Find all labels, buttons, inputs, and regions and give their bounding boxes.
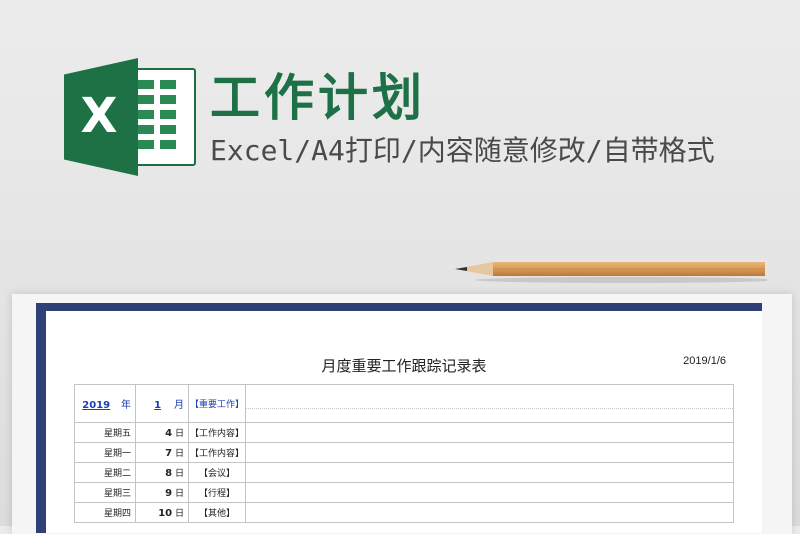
month-cell[interactable]: 1 月 [135,384,189,423]
day-unit: 日 [174,509,184,519]
grid-cell [138,125,154,134]
day-unit: 日 [174,469,184,479]
table-header-row: 2019 年 1 月 【重要工作】 [74,384,734,423]
table-row: 星期五 4 日 【工作内容】 [74,422,734,443]
month-value: 1 [154,400,162,411]
table-row: 星期四 10 日 【其他】 [74,502,734,523]
weekday-cell[interactable]: 星期四 [74,502,136,523]
page-title: 工作计划 [210,69,426,127]
day-unit: 日 [174,429,184,439]
year-value: 2019 [82,400,111,411]
year-unit: 年 [121,400,131,411]
grid-cell [138,140,154,149]
excel-logo-icon: X [64,58,196,176]
page-subtitle: Excel/A4打印/内容随意修改/自带格式 [210,134,715,167]
category-cell[interactable]: 【工作内容】 [188,442,246,463]
month-unit: 月 [174,400,184,411]
content-cell[interactable] [245,442,734,463]
day-cell[interactable]: 10 日 [135,502,189,523]
header-label-cell[interactable]: 【重要工作】 [188,384,246,423]
day-number: 7 [165,448,173,459]
tracking-table: 2019 年 1 月 【重要工作】 星期五 4 日 【工作内容】 星期一 7 日… [74,384,734,523]
accent-bar [562,303,762,311]
header-label: 【重要工作】 [189,400,244,410]
grid-cell [138,80,154,89]
day-unit: 日 [174,489,184,499]
spreadsheet-preview: 月度重要工作跟踪记录表 2019/1/6 2019 年 1 月 【重要工作】 星… [36,303,762,533]
day-number: 10 [158,508,173,519]
category-cell[interactable]: 【工作内容】 [188,422,246,443]
dotted-divider [246,399,733,409]
table-row: 星期三 9 日 【行程】 [74,482,734,503]
year-cell[interactable]: 2019 年 [74,384,136,423]
grid-cell [138,110,154,119]
day-cell[interactable]: 7 日 [135,442,189,463]
logo-letter: X [80,88,118,144]
grid-cell [160,95,176,104]
content-cell[interactable] [245,422,734,443]
header-content-cell[interactable] [245,384,734,423]
table-row: 星期一 7 日 【工作内容】 [74,442,734,463]
weekday-cell[interactable]: 星期一 [74,442,136,463]
category-cell[interactable]: 【行程】 [188,482,246,503]
sheet-title: 月度重要工作跟踪记录表 [321,357,487,375]
content-cell[interactable] [245,462,734,483]
category-cell[interactable]: 【会议】 [188,462,246,483]
content-cell[interactable] [245,482,734,503]
weekday-cell[interactable]: 星期五 [74,422,136,443]
grid-cell [138,95,154,104]
weekday-cell[interactable]: 星期二 [74,462,136,483]
sheet-date: 2019/1/6 [683,355,726,367]
weekday-cell[interactable]: 星期三 [74,482,136,503]
grid-cell [160,140,176,149]
day-number: 8 [165,468,173,479]
day-cell[interactable]: 9 日 [135,482,189,503]
table-row: 星期二 8 日 【会议】 [74,462,734,483]
day-unit: 日 [174,449,184,459]
grid-cell [160,80,176,89]
content-cell[interactable] [245,502,734,523]
day-cell[interactable]: 4 日 [135,422,189,443]
day-number: 4 [165,428,173,439]
category-cell[interactable]: 【其他】 [188,502,246,523]
day-cell[interactable]: 8 日 [135,462,189,483]
grid-cell [160,110,176,119]
grid-cell [160,125,176,134]
day-number: 9 [165,488,173,499]
pencil-icon [455,262,767,283]
